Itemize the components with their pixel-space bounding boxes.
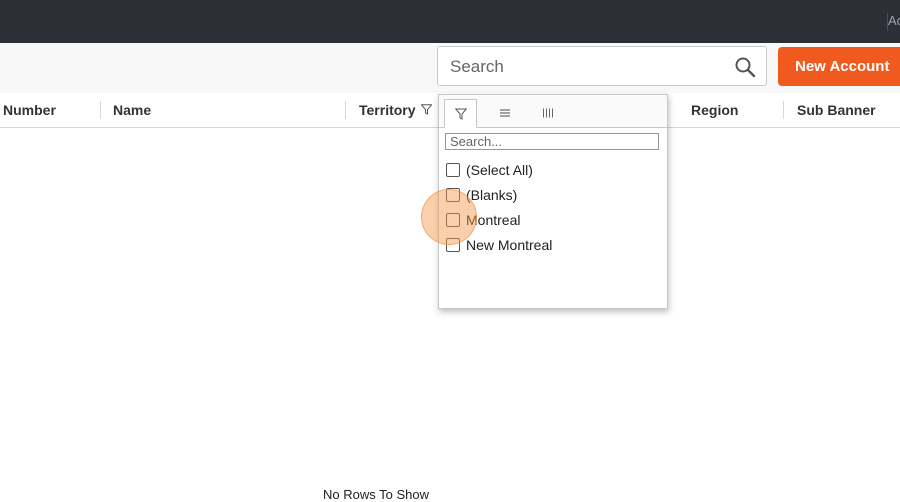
menu-tabs: [439, 95, 667, 128]
filter-icon[interactable]: [421, 104, 432, 115]
column-separator[interactable]: [783, 101, 784, 119]
search-input[interactable]: Search: [437, 46, 767, 86]
top-navigation-bar: Ac: [0, 0, 900, 43]
tab-filter[interactable]: [444, 99, 477, 128]
column-header-region[interactable]: Region: [691, 93, 738, 127]
column-separator[interactable]: [345, 101, 346, 119]
column-separator[interactable]: [100, 101, 101, 119]
column-header-territory[interactable]: Territory: [359, 93, 416, 127]
column-header-number[interactable]: Number: [3, 93, 56, 127]
filter-icon: [455, 108, 467, 120]
tab-columns[interactable]: [532, 99, 565, 127]
column-header-sub-banner[interactable]: Sub Banner: [797, 93, 876, 127]
columns-icon: [543, 108, 553, 118]
filter-option-label: (Blanks): [466, 187, 518, 203]
click-indicator: [421, 189, 477, 245]
search-placeholder: Search: [450, 57, 504, 76]
menu-icon: [500, 109, 510, 117]
tab-general-menu[interactable]: [489, 99, 522, 127]
checkbox[interactable]: [446, 163, 460, 177]
filter-option-label: (Select All): [466, 162, 533, 178]
user-menu[interactable]: Ac: [887, 13, 900, 31]
filter-option-label: New Montreal: [466, 237, 553, 253]
column-header-name[interactable]: Name: [113, 93, 151, 127]
search-icon[interactable]: [734, 56, 756, 78]
no-rows-message: No Rows To Show: [323, 487, 429, 502]
new-account-button[interactable]: New Account: [778, 47, 900, 86]
filter-search-input[interactable]: Search...: [445, 133, 659, 150]
